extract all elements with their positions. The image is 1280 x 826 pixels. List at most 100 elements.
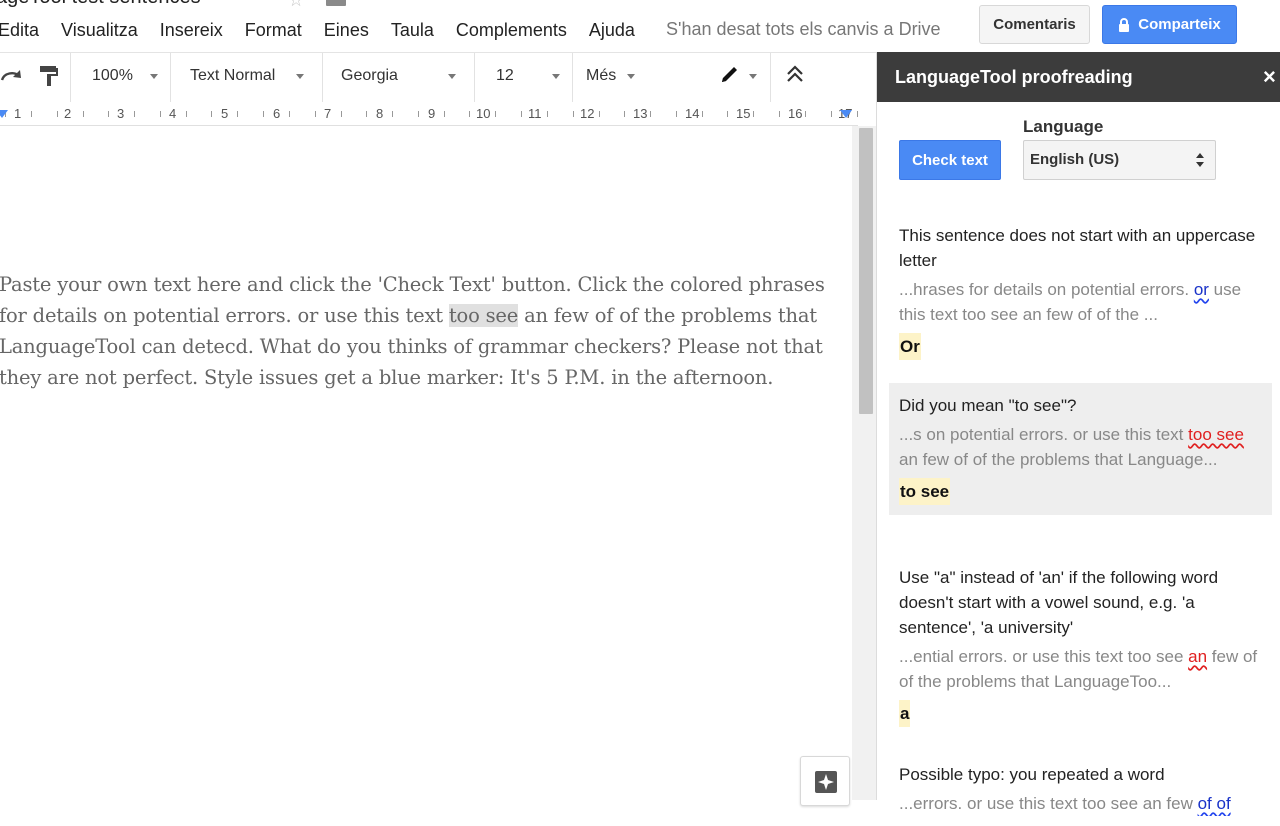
toolbar-separator	[770, 53, 771, 103]
toolbar-separator	[322, 53, 323, 103]
check-text-button[interactable]: Check text	[899, 140, 1001, 180]
ruler-tick	[82, 111, 84, 117]
more-dropdown[interactable]: Més	[586, 67, 616, 89]
caret-down-icon	[552, 74, 560, 79]
top-bar: ageTool test sentences ☆ Edita Visualitz…	[0, 0, 1280, 52]
paint-format-icon[interactable]	[38, 64, 60, 88]
save-status[interactable]: S'han desat tots els canvis a Drive	[666, 19, 941, 40]
language-select[interactable]: English (US)	[1023, 140, 1216, 180]
collapse-toolbar-icon[interactable]	[785, 64, 805, 86]
explore-button[interactable]	[800, 756, 850, 806]
toolbar-separator	[572, 53, 573, 103]
context-error: or	[1193, 280, 1209, 299]
caret-down-icon	[627, 74, 635, 79]
ruler-number: 6	[273, 106, 281, 121]
issue-title: Use "a" instead of 'an' if the following…	[899, 568, 1219, 637]
issue-card[interactable]: Possible typo: you repeated a word ...er…	[889, 752, 1272, 826]
suggestion-button[interactable]: to see	[899, 478, 951, 505]
ruler[interactable]: 1 2 3 4 5 6 7 8 9 10 11 12 13 14 15 16 1…	[0, 102, 858, 126]
issue-title: This sentence does not start with an upp…	[899, 226, 1256, 270]
toolbar-separator	[474, 53, 475, 103]
issue-context: ...ential errors. or use this text too s…	[899, 644, 1262, 694]
issue-card[interactable]: Did you mean "to see"? ...s on potential…	[889, 383, 1272, 515]
sidebar-header: LanguageTool proofreading ×	[877, 52, 1280, 102]
pencil-icon[interactable]	[718, 64, 740, 86]
comments-button[interactable]: Comentaris	[979, 5, 1090, 44]
issue-title: Did you mean "to see"?	[899, 396, 1077, 415]
issue-title: Possible typo: you repeated a word	[899, 765, 1165, 784]
ruler-number: 11	[528, 106, 542, 121]
menu-view[interactable]: Visualitza	[61, 20, 138, 41]
ruler-number: 14	[685, 106, 700, 121]
issue-card[interactable]: This sentence does not start with an upp…	[889, 213, 1272, 370]
right-indent-marker[interactable]	[840, 110, 852, 118]
ruler-number: 2	[64, 106, 72, 121]
languagetool-sidebar: LanguageTool proofreading × Check text L…	[876, 52, 1280, 813]
caret-down-icon	[150, 74, 158, 79]
ruler-tick	[340, 111, 342, 117]
folder-icon[interactable]	[326, 0, 346, 6]
font-size-dropdown[interactable]: 12	[496, 67, 514, 89]
caret-down-icon	[749, 74, 757, 79]
document-title[interactable]: ageTool test sentences	[0, 0, 201, 9]
menu-edit[interactable]: Edita	[0, 20, 39, 41]
ruler-tick	[314, 111, 316, 117]
ruler-tick	[469, 111, 471, 117]
ruler-number: 1	[14, 106, 22, 121]
ruler-tick	[443, 111, 445, 117]
menu-table[interactable]: Taula	[391, 20, 434, 41]
suggestion-button[interactable]: a	[899, 700, 911, 727]
ruler-tick	[624, 111, 626, 117]
document-body[interactable]: Paste your own text here and click the '…	[0, 269, 849, 393]
ruler-tick	[753, 111, 755, 117]
caret-down-icon	[448, 74, 456, 79]
ruler-tick	[727, 111, 729, 117]
ruler-number: 12	[580, 106, 595, 121]
ruler-tick	[650, 111, 652, 117]
menu-help[interactable]: Ajuda	[589, 20, 635, 41]
context-error: an	[1188, 647, 1208, 666]
redo-icon[interactable]	[0, 64, 24, 88]
highlighted-error[interactable]: too see	[448, 304, 518, 327]
ruler-tick	[134, 111, 136, 117]
ruler-number: 4	[169, 106, 177, 121]
share-label: Comparteix	[1138, 16, 1221, 33]
ruler-number: 9	[428, 106, 436, 121]
context-text: an few of of the problems that Language.…	[899, 450, 1218, 469]
star-icon[interactable]: ☆	[288, 0, 304, 11]
ruler-number: 10	[476, 106, 491, 121]
menu-format[interactable]: Format	[245, 20, 302, 41]
issue-context: ...hrases for details on potential error…	[899, 277, 1262, 327]
left-indent-marker[interactable]	[0, 110, 8, 118]
document-canvas[interactable]	[0, 126, 858, 800]
toolbar-separator	[70, 53, 71, 103]
toolbar: 100% Text Normal Georgia 12 Més	[0, 52, 876, 103]
document-scrollbar-thumb[interactable]	[859, 128, 873, 414]
font-dropdown[interactable]: Georgia	[341, 67, 398, 89]
ruler-tick	[417, 111, 419, 117]
zoom-dropdown[interactable]: 100%	[92, 67, 133, 89]
menu-insert[interactable]: Insereix	[160, 20, 223, 41]
ruler-tick	[392, 111, 394, 117]
ruler-tick	[159, 111, 161, 117]
ruler-tick	[237, 111, 239, 117]
issue-context: ...s on potential errors. or use this te…	[899, 422, 1262, 472]
select-arrows-icon	[1196, 153, 1204, 167]
issue-context: ...errors. or use this text too see an f…	[899, 791, 1262, 816]
menu-addons[interactable]: Complements	[456, 20, 567, 41]
ruler-number: 3	[117, 106, 125, 121]
style-dropdown[interactable]: Text Normal	[190, 67, 275, 89]
ruler-tick	[289, 111, 290, 117]
suggestion-button[interactable]: Or	[899, 333, 921, 360]
ruler-number: 13	[633, 106, 648, 121]
ruler-number: 7	[324, 106, 332, 121]
issue-card[interactable]: Use "a" instead of 'an' if the following…	[889, 555, 1272, 737]
ruler-number: 5	[221, 106, 229, 121]
close-icon[interactable]: ×	[1263, 64, 1276, 90]
context-error: of of	[1197, 794, 1231, 813]
sidebar-title: LanguageTool proofreading	[895, 67, 1133, 87]
menu-tools[interactable]: Eines	[324, 20, 369, 41]
context-text: ...s on potential errors. or use this te…	[899, 425, 1189, 444]
ruler-number: 8	[376, 106, 384, 121]
share-button[interactable]: Comparteix	[1102, 5, 1237, 44]
